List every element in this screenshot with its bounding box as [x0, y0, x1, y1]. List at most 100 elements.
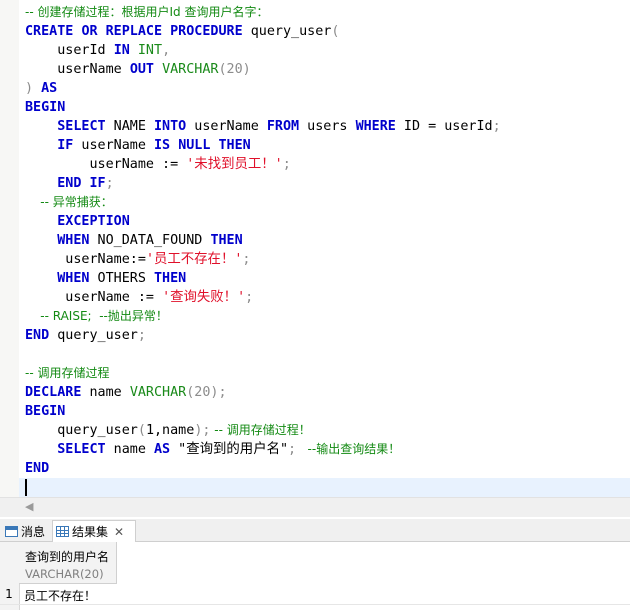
code-token: -- 调用存储过程！	[210, 423, 311, 437]
code-line[interactable]: -- RAISE; --抛出异常！	[25, 307, 630, 326]
code-token: END	[25, 328, 50, 343]
code-area[interactable]: -- 创建存储过程：根据用户Id 查询用户名字： CREATE OR REPLAC…	[19, 3, 630, 497]
code-line[interactable]: WHEN NO_DATA_FOUND THEN	[25, 231, 630, 250]
code-line[interactable]: END IF;	[25, 174, 630, 193]
code-token: ;	[492, 119, 501, 134]
code-token: ;	[137, 328, 146, 343]
editor-gutter	[0, 0, 19, 497]
code-token: -- 调用存储过程	[25, 366, 110, 380]
column-header[interactable]: 查询到的用户名 VARCHAR(20)	[19, 542, 117, 584]
code-token: name	[105, 442, 154, 457]
code-token: DECLARE	[25, 385, 82, 400]
code-token: INT	[137, 43, 163, 58]
row-number[interactable]: 1	[0, 587, 18, 601]
code-line[interactable]: userName := '查询失败！';	[25, 288, 630, 307]
code-token: userName	[186, 119, 267, 134]
code-token: query_user	[25, 423, 138, 438]
code-line[interactable]	[19, 478, 630, 497]
code-token: WHERE	[355, 119, 396, 134]
code-token: REPLACE	[105, 24, 163, 39]
tab-result-set[interactable]: 结果集 ✕	[52, 520, 136, 542]
code-token: VARCHAR	[162, 62, 219, 77]
result-tabs: 消息 结果集 ✕	[0, 519, 630, 542]
code-line[interactable]: CREATE OR REPLACE PROCEDURE query_user(	[25, 22, 630, 41]
code-token: userName :=	[25, 290, 163, 305]
code-token: OTHERS	[89, 271, 154, 286]
code-token: ;	[288, 442, 297, 457]
code-line[interactable]: userId IN INT,	[25, 41, 630, 60]
code-token: END	[25, 461, 50, 476]
close-icon[interactable]: ✕	[114, 525, 124, 539]
code-line[interactable]: DECLARE name VARCHAR(20);	[25, 383, 630, 402]
code-token: (	[137, 423, 146, 438]
code-token: THEN	[218, 138, 251, 153]
code-token: NAME	[105, 119, 154, 134]
code-line[interactable]	[25, 345, 630, 364]
code-token: AS	[154, 442, 171, 457]
code-token: query_user	[49, 328, 138, 343]
tab-messages[interactable]: 消息	[2, 520, 50, 542]
horizontal-scrollbar[interactable]: ◀	[0, 497, 630, 517]
code-token: BEGIN	[25, 404, 66, 419]
code-token: AS	[41, 81, 58, 96]
column-header-type: VARCHAR(20)	[25, 567, 104, 581]
code-line[interactable]: -- 调用存储过程	[25, 364, 630, 383]
sql-editor[interactable]: -- 创建存储过程：根据用户Id 查询用户名字： CREATE OR REPLAC…	[0, 0, 630, 497]
code-line[interactable]: query_user(1,name); -- 调用存储过程！	[25, 421, 630, 440]
code-token: '未找到员工！'	[186, 157, 283, 172]
code-line[interactable]: EXCEPTION	[25, 212, 630, 231]
code-token: OR	[81, 24, 98, 39]
code-token: ;	[282, 157, 291, 172]
code-line[interactable]: END query_user;	[25, 326, 630, 345]
code-token: userId	[25, 43, 114, 58]
code-token: ,	[162, 43, 171, 58]
code-line[interactable]: SELECT name AS "查询到的用户名"; --输出查询结果！	[25, 440, 630, 459]
code-token: FROM	[266, 119, 300, 134]
code-token: IF	[89, 176, 106, 191]
tab-result-set-label: 结果集	[72, 525, 109, 539]
code-line[interactable]: WHEN OTHERS THEN	[25, 269, 630, 288]
code-line[interactable]: BEGIN	[25, 402, 630, 421]
code-line[interactable]: -- 创建存储过程：根据用户Id 查询用户名字：	[25, 3, 630, 22]
code-token: IS	[154, 138, 171, 153]
code-token: SELECT	[57, 119, 106, 134]
code-line[interactable]: -- 异常捕获：	[25, 193, 630, 212]
code-token: EXCEPTION	[57, 214, 130, 229]
result-cell[interactable]: 员工不存在！	[24, 587, 96, 604]
code-token: IF	[57, 138, 74, 153]
code-line[interactable]: userName:='员工不存在！';	[25, 250, 630, 269]
code-token: );	[194, 423, 211, 438]
code-token: INTO	[154, 119, 187, 134]
code-token: THEN	[210, 233, 243, 248]
code-line[interactable]: BEGIN	[25, 98, 630, 117]
code-token: (20);	[186, 385, 227, 400]
code-token: OUT	[129, 62, 154, 77]
code-token: ;	[245, 290, 254, 305]
code-line[interactable]: userName := '未找到员工！';	[25, 155, 630, 174]
code-token: IN	[113, 43, 130, 58]
row-divider	[0, 604, 630, 605]
code-line[interactable]: ) AS	[25, 79, 630, 98]
code-token: name	[81, 385, 130, 400]
code-token: userName:=	[25, 252, 146, 267]
code-token: userName	[73, 138, 154, 153]
code-line[interactable]: SELECT NAME INTO userName FROM users WHE…	[25, 117, 630, 136]
code-line[interactable]: userName OUT VARCHAR(20)	[25, 60, 630, 79]
code-token: "查询到的用户名"	[170, 442, 289, 457]
code-line[interactable]: IF userName IS NULL THEN	[25, 136, 630, 155]
scroll-left-arrow-icon[interactable]: ◀	[25, 500, 33, 513]
code-line[interactable]: END	[25, 459, 630, 478]
code-token: userName :=	[25, 157, 187, 172]
